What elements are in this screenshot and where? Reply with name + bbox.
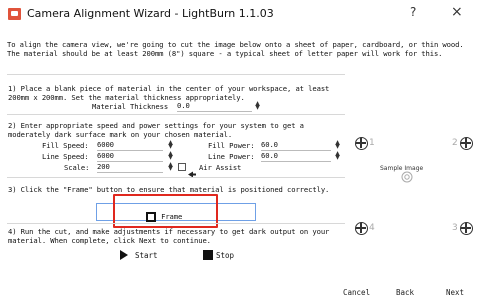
fill-speed-label: Fill Speed: — [42, 141, 89, 150]
frame-button-label: Frame — [161, 212, 183, 221]
fill-power-label: Fill Power: — [208, 141, 255, 150]
lightburn-app-icon — [8, 8, 21, 20]
close-button[interactable]: × — [451, 4, 463, 20]
material-thickness-spinner[interactable]: ▲ ▼ — [254, 101, 261, 111]
step3-line-1: 3) Click the "Frame" button to ensure th… — [8, 185, 330, 194]
scale-label: Scale: — [64, 163, 90, 172]
stop-button-label: Stop — [216, 251, 235, 260]
marker-3-label: 3 — [452, 223, 458, 233]
separator — [7, 223, 345, 224]
step4-line-2: material. When complete, click Next to c… — [8, 236, 211, 245]
play-icon — [120, 250, 128, 260]
air-assist-label: Air Assist — [199, 163, 242, 172]
frame-icon — [146, 211, 156, 222]
scale-value: 200 — [97, 162, 110, 171]
fill-power-value: 60.0 — [261, 140, 278, 149]
crosshair-marker-icon — [355, 137, 368, 150]
line-power-field[interactable]: 60.0 — [261, 151, 331, 162]
stop-button[interactable]: Stop — [193, 248, 269, 263]
air-assist-checkbox[interactable] — [178, 163, 186, 171]
start-button-label: Start — [135, 251, 158, 260]
crosshair-marker-icon — [355, 222, 368, 235]
air-assist-icon — [188, 163, 196, 178]
fill-speed-spinner[interactable]: ▲ ▼ — [167, 140, 174, 150]
crosshair-marker-icon — [460, 137, 473, 150]
scale-field[interactable]: 200 — [97, 162, 163, 173]
stop-icon — [203, 250, 213, 260]
fill-power-spinner[interactable]: ▲ ▼ — [334, 140, 341, 150]
sample-image-gear-icon — [401, 168, 413, 183]
material-thickness-value: 0.0 — [177, 101, 190, 110]
cancel-button[interactable]: Cancel — [343, 288, 370, 297]
step4-line-1: 4) Run the cut, and make adjustments if … — [8, 227, 330, 236]
separator — [7, 114, 345, 115]
marker-4-label: 4 — [369, 223, 375, 233]
fill-speed-value: 6000 — [97, 140, 114, 149]
fill-speed-field[interactable]: 6000 — [97, 140, 163, 151]
crosshair-marker-icon — [460, 222, 473, 235]
next-button[interactable]: Next — [446, 288, 464, 297]
separator — [7, 177, 345, 178]
fill-power-field[interactable]: 60.0 — [261, 140, 331, 151]
line-speed-field[interactable]: 6000 — [97, 151, 163, 162]
back-button[interactable]: Back — [396, 288, 414, 297]
material-thickness-label: Material Thickness — [92, 102, 169, 111]
intro-line-2: The material should be at least 200mm (8… — [7, 49, 443, 58]
line-speed-label: Line Speed: — [42, 152, 89, 161]
window-title: Camera Alignment Wizard - LightBurn 1.1.… — [27, 7, 274, 20]
step2-line-1: 2) Enter appropriate speed and power set… — [8, 121, 304, 130]
line-power-value: 60.0 — [261, 151, 278, 160]
step1-line-1: 1) Place a blank piece of material in th… — [8, 84, 330, 93]
separator — [7, 74, 345, 75]
material-thickness-field[interactable]: 0.0 — [177, 101, 252, 112]
intro-line-1: To align the camera view, we're going to… — [7, 40, 464, 49]
line-power-label: Line Power: — [208, 152, 255, 161]
marker-1-label: 1 — [369, 138, 375, 148]
help-button[interactable]: ? — [410, 5, 416, 19]
marker-2-label: 2 — [452, 138, 458, 148]
start-button[interactable]: Start — [103, 248, 187, 263]
line-speed-value: 6000 — [97, 151, 114, 160]
line-power-spinner[interactable]: ▲ ▼ — [334, 151, 341, 161]
step2-line-2: moderately dark surface mark on your cho… — [8, 130, 233, 139]
scale-spinner[interactable]: ▲ ▼ — [167, 162, 174, 172]
line-speed-spinner[interactable]: ▲ ▼ — [167, 151, 174, 161]
